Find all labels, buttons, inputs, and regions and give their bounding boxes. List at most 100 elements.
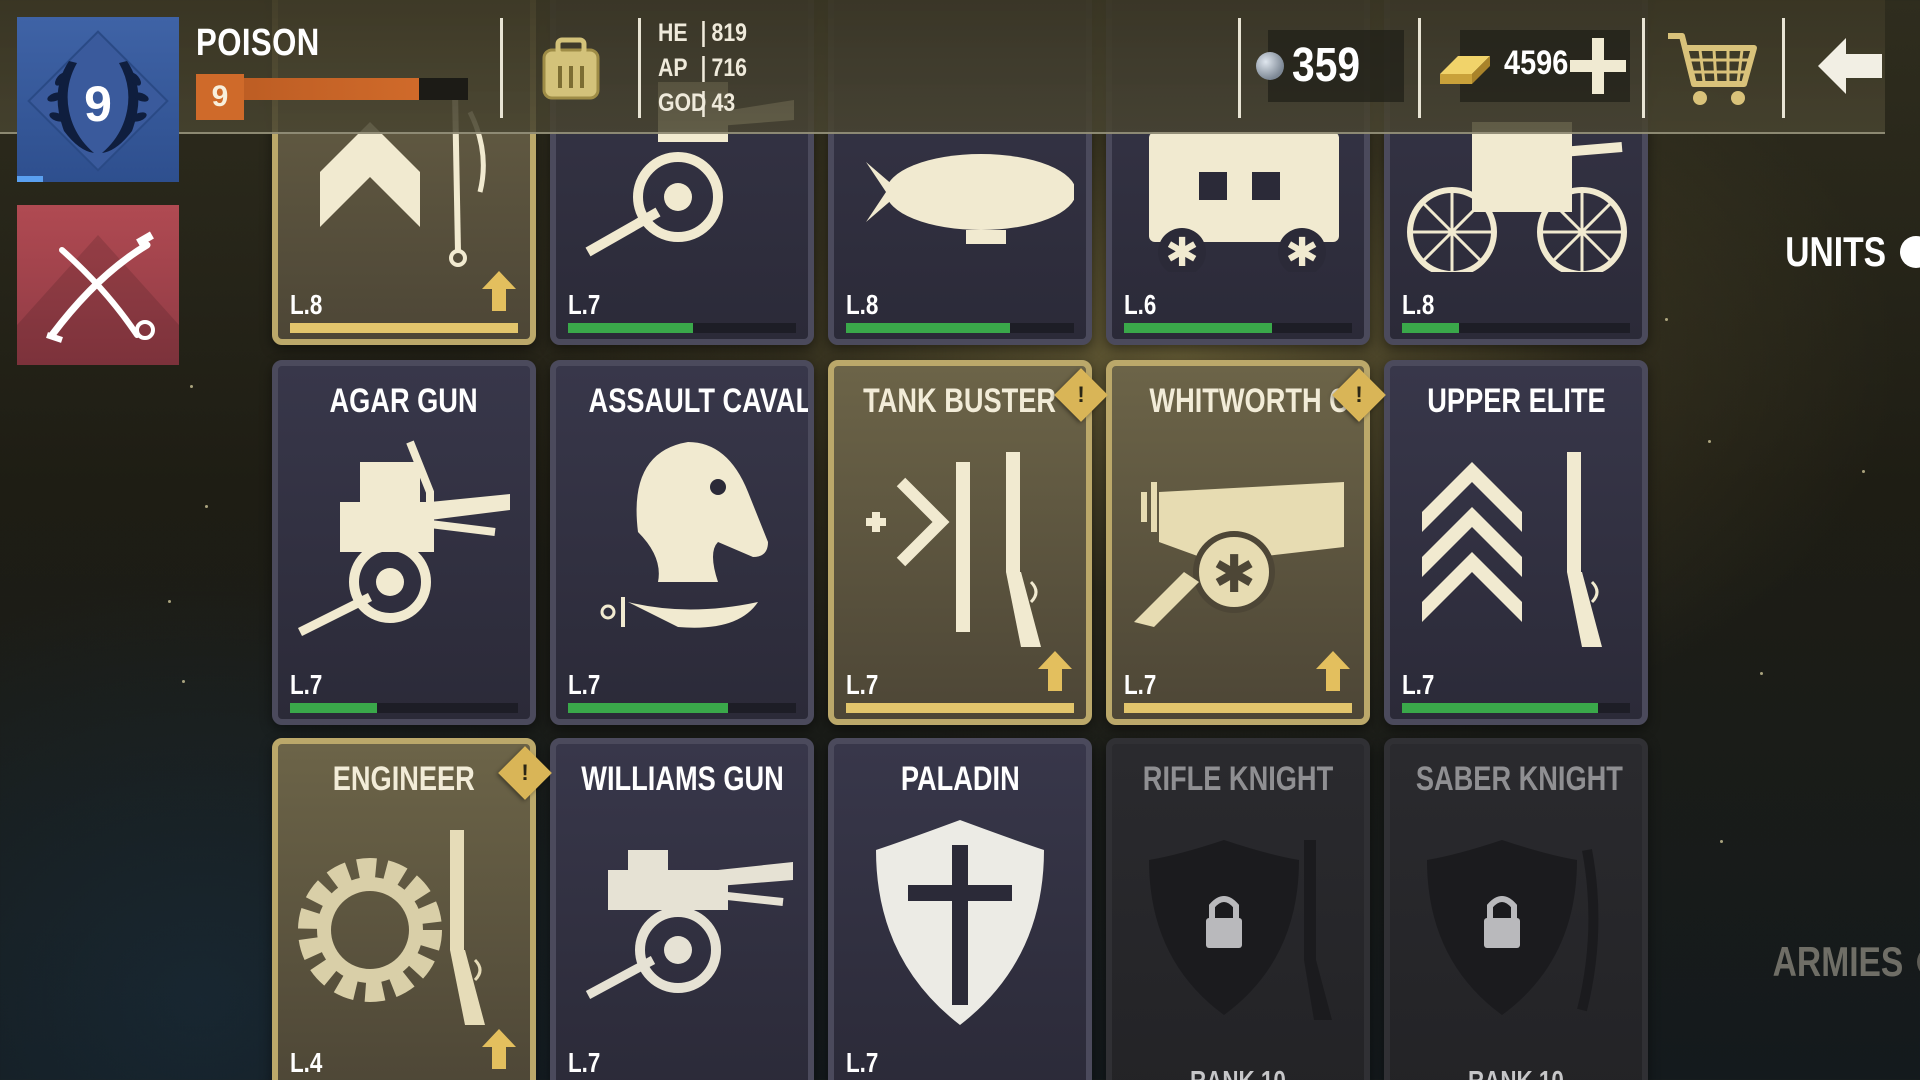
unit-level: L.7 [568,289,601,320]
unit-progress-fill [568,703,728,713]
unit-name: SABER KNIGHT [1415,760,1623,798]
unit-progress [568,323,796,333]
svg-text:✱: ✱ [1165,230,1199,272]
cannon-icon: ✱ [1134,482,1344,627]
agar-gun-icon [297,440,510,637]
divider [1782,18,1785,118]
unit-card-whitworth-cannon[interactable]: WHITWORTH CANNON ✱ L.7 [1106,360,1370,725]
unit-progress-fill [290,323,518,333]
unit-name: TANK BUSTER [863,382,1057,420]
unit-level: L.7 [846,1047,879,1078]
unit-card-rifle-knight[interactable]: RIFLE KNIGHT RANK 10 [1106,738,1370,1080]
units-toggle[interactable]: UNITS [1760,228,1920,276]
resource-ap: AP 716 [658,54,748,82]
player-rank-badge[interactable]: 9 [17,17,179,182]
unit-progress-fill [846,323,1011,333]
army-badge[interactable] [17,205,179,365]
upgrade-arrow-icon [482,271,516,311]
unit-progress [568,703,796,713]
unit-progress-fill [1124,323,1273,333]
unit-level: L.6 [1124,289,1157,320]
back-arrow-icon[interactable] [1818,38,1882,94]
divider [500,18,503,118]
unit-progress [290,323,518,333]
silver-coin-icon [1256,52,1284,80]
unit-card-paladin[interactable]: PALADIN L.7 [828,738,1092,1080]
gold-amount: 4596 [1504,44,1569,82]
unit-progress [290,703,518,713]
armies-toggle[interactable]: ARMIES [1740,938,1920,986]
resource-list: HE 819 AP 716 GOD 43 [658,16,763,121]
unit-card-agar-gun[interactable]: AGAR GUN L.7 [272,360,536,725]
cross-shield-icon [876,820,1044,1025]
unit-progress-fill [1124,703,1352,713]
unit-level: L.7 [1402,669,1435,700]
unit-card-upper-elite[interactable]: UPPER ELITE L.7 [1384,360,1648,725]
padlock-icon [1149,840,1332,1020]
svg-text:✱: ✱ [1212,545,1256,605]
gear-rifle-icon [298,830,485,1025]
unit-level: L.7 [1124,669,1157,700]
upgrade-arrow-icon [482,1029,516,1069]
unit-level: L.7 [846,669,879,700]
unit-card-williams-gun[interactable]: WILLIAMS GUN L.7 [550,738,814,1080]
unit-card-saber-knight[interactable]: SABER KNIGHT RANK 10 [1384,738,1648,1080]
unit-card-tank-buster[interactable]: TANK BUSTER L.7 [828,360,1092,725]
unit-level: L.8 [1402,289,1435,320]
divider [1418,18,1421,118]
williams-gun-icon [585,850,793,999]
tank-buster-icon [866,452,1041,647]
resource-he: HE 819 [658,19,748,47]
svg-text:✱: ✱ [1285,230,1319,272]
upgrade-arrow-icon [1038,651,1072,691]
unit-level: L.4 [290,1047,323,1078]
unit-level: L.7 [568,669,601,700]
xp-level: 9 [196,74,244,120]
shopping-cart-icon[interactable] [1664,26,1760,112]
unit-grid: L.8 L.7 L.8 ✱ ✱ L.6 L.8 AGAR GUN L.7 ASS… [0,0,1920,1080]
player-name: POISON [196,22,320,64]
cavalry-horse-icon [600,442,768,628]
unit-name: WILLIAMS GUN [581,760,784,798]
unit-name: ASSAULT CAVALRY [588,382,813,420]
crossed-sabres-icon [17,231,179,365]
armies-label: ARMIES [1772,938,1904,985]
gold-bar-icon [1440,56,1490,84]
add-gold-button[interactable] [1570,34,1626,98]
top-bar: POISON 9 HE 819 AP 716 GOD 43 359 4596 [0,0,1885,134]
elite-chevron-rifle-icon [1422,452,1602,647]
rank-requirement: RANK 10 [1112,1065,1364,1080]
unit-progress [846,323,1074,333]
unit-progress-fill [568,323,694,333]
unit-progress [1402,323,1630,333]
divider [638,18,641,118]
unit-name: PALADIN [900,760,1020,798]
unit-card-engineer[interactable]: ENGINEER L.4 [272,738,536,1080]
upgrade-arrow-icon [1316,651,1350,691]
unit-progress-fill [290,703,377,713]
unit-progress [1124,703,1352,713]
unit-progress [846,703,1074,713]
unit-name: RIFLE KNIGHT [1142,760,1334,798]
alert-badge: ! [1332,368,1386,422]
unit-card-assault-cavalry[interactable]: ASSAULT CAVALRY L.7 [550,360,814,725]
rank-progress [17,176,43,182]
unit-name: ENGINEER [332,760,476,798]
alert-badge: ! [498,746,552,800]
unit-level: L.7 [290,669,323,700]
unit-name: UPPER ELITE [1426,382,1606,420]
units-label: UNITS [1785,228,1886,275]
unit-progress [1402,703,1630,713]
units-radio-dot [1900,236,1920,268]
silver-amount: 359 [1292,39,1361,92]
backpack-icon[interactable] [538,36,604,102]
unit-name: AGAR GUN [329,382,479,420]
resource-god: GOD 43 [658,89,736,117]
unit-progress-fill [846,703,1074,713]
divider [1642,18,1645,118]
padlock-icon [1427,840,1599,1015]
alert-badge: ! [1054,368,1108,422]
unit-level: L.8 [846,289,879,320]
unit-progress [1124,323,1352,333]
unit-level: L.7 [568,1047,601,1078]
